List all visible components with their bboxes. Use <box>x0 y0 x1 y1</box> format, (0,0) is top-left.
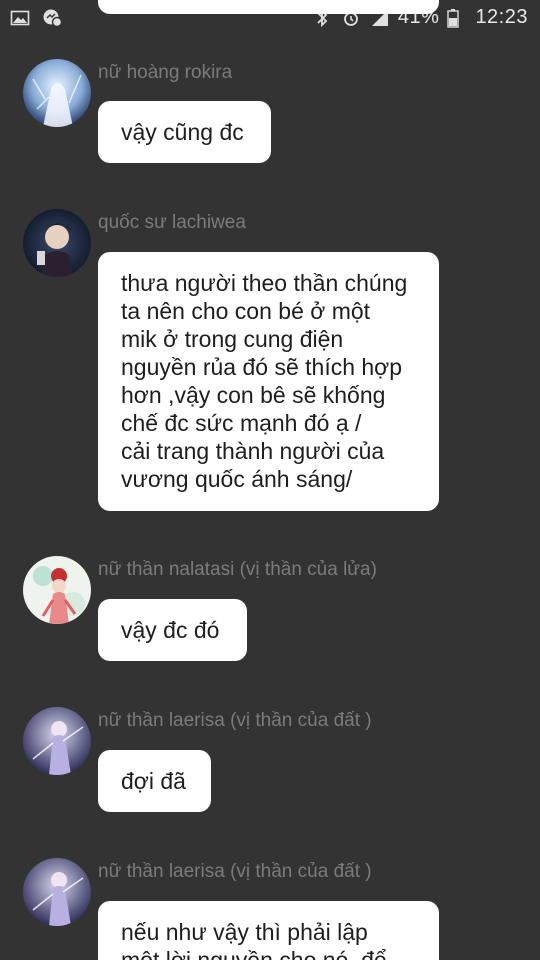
battery-icon <box>447 8 467 28</box>
message-bubble[interactable]: nếu như vậy thì phải lập một lời nguyền … <box>98 901 439 960</box>
avatar[interactable] <box>23 707 91 775</box>
sender-name: nữ thần laerisa (vị thần của đất ) <box>98 710 372 731</box>
sender-name: nữ thần nalatasi (vị thần của lửa) <box>98 559 377 580</box>
avatar[interactable] <box>23 556 91 624</box>
avatar[interactable] <box>23 59 91 127</box>
avatar[interactable] <box>23 209 91 277</box>
message-bubble[interactable]: thưa người theo thần chúng ta nên cho co… <box>98 252 439 511</box>
sender-name: nữ thần laerisa (vị thần của đất ) <box>98 861 372 882</box>
status-time: 12:23 <box>475 6 528 28</box>
message-bubble[interactable]: vậy cũng đc <box>98 101 271 163</box>
gallery-icon <box>10 8 30 28</box>
avatar[interactable] <box>23 858 91 926</box>
message-bubble[interactable]: đợi đã <box>98 750 211 812</box>
chat-screen: 41% 12:23 nữ hoàng rokira vậy cũng đc qu… <box>0 0 540 960</box>
sender-name: nữ hoàng rokira <box>98 62 233 83</box>
previous-message-bubble <box>98 0 439 14</box>
message-bubble[interactable]: vậy đc đó <box>98 599 247 661</box>
messenger-icon <box>42 8 63 28</box>
sender-name: quốc sư lachiwea <box>98 212 246 233</box>
